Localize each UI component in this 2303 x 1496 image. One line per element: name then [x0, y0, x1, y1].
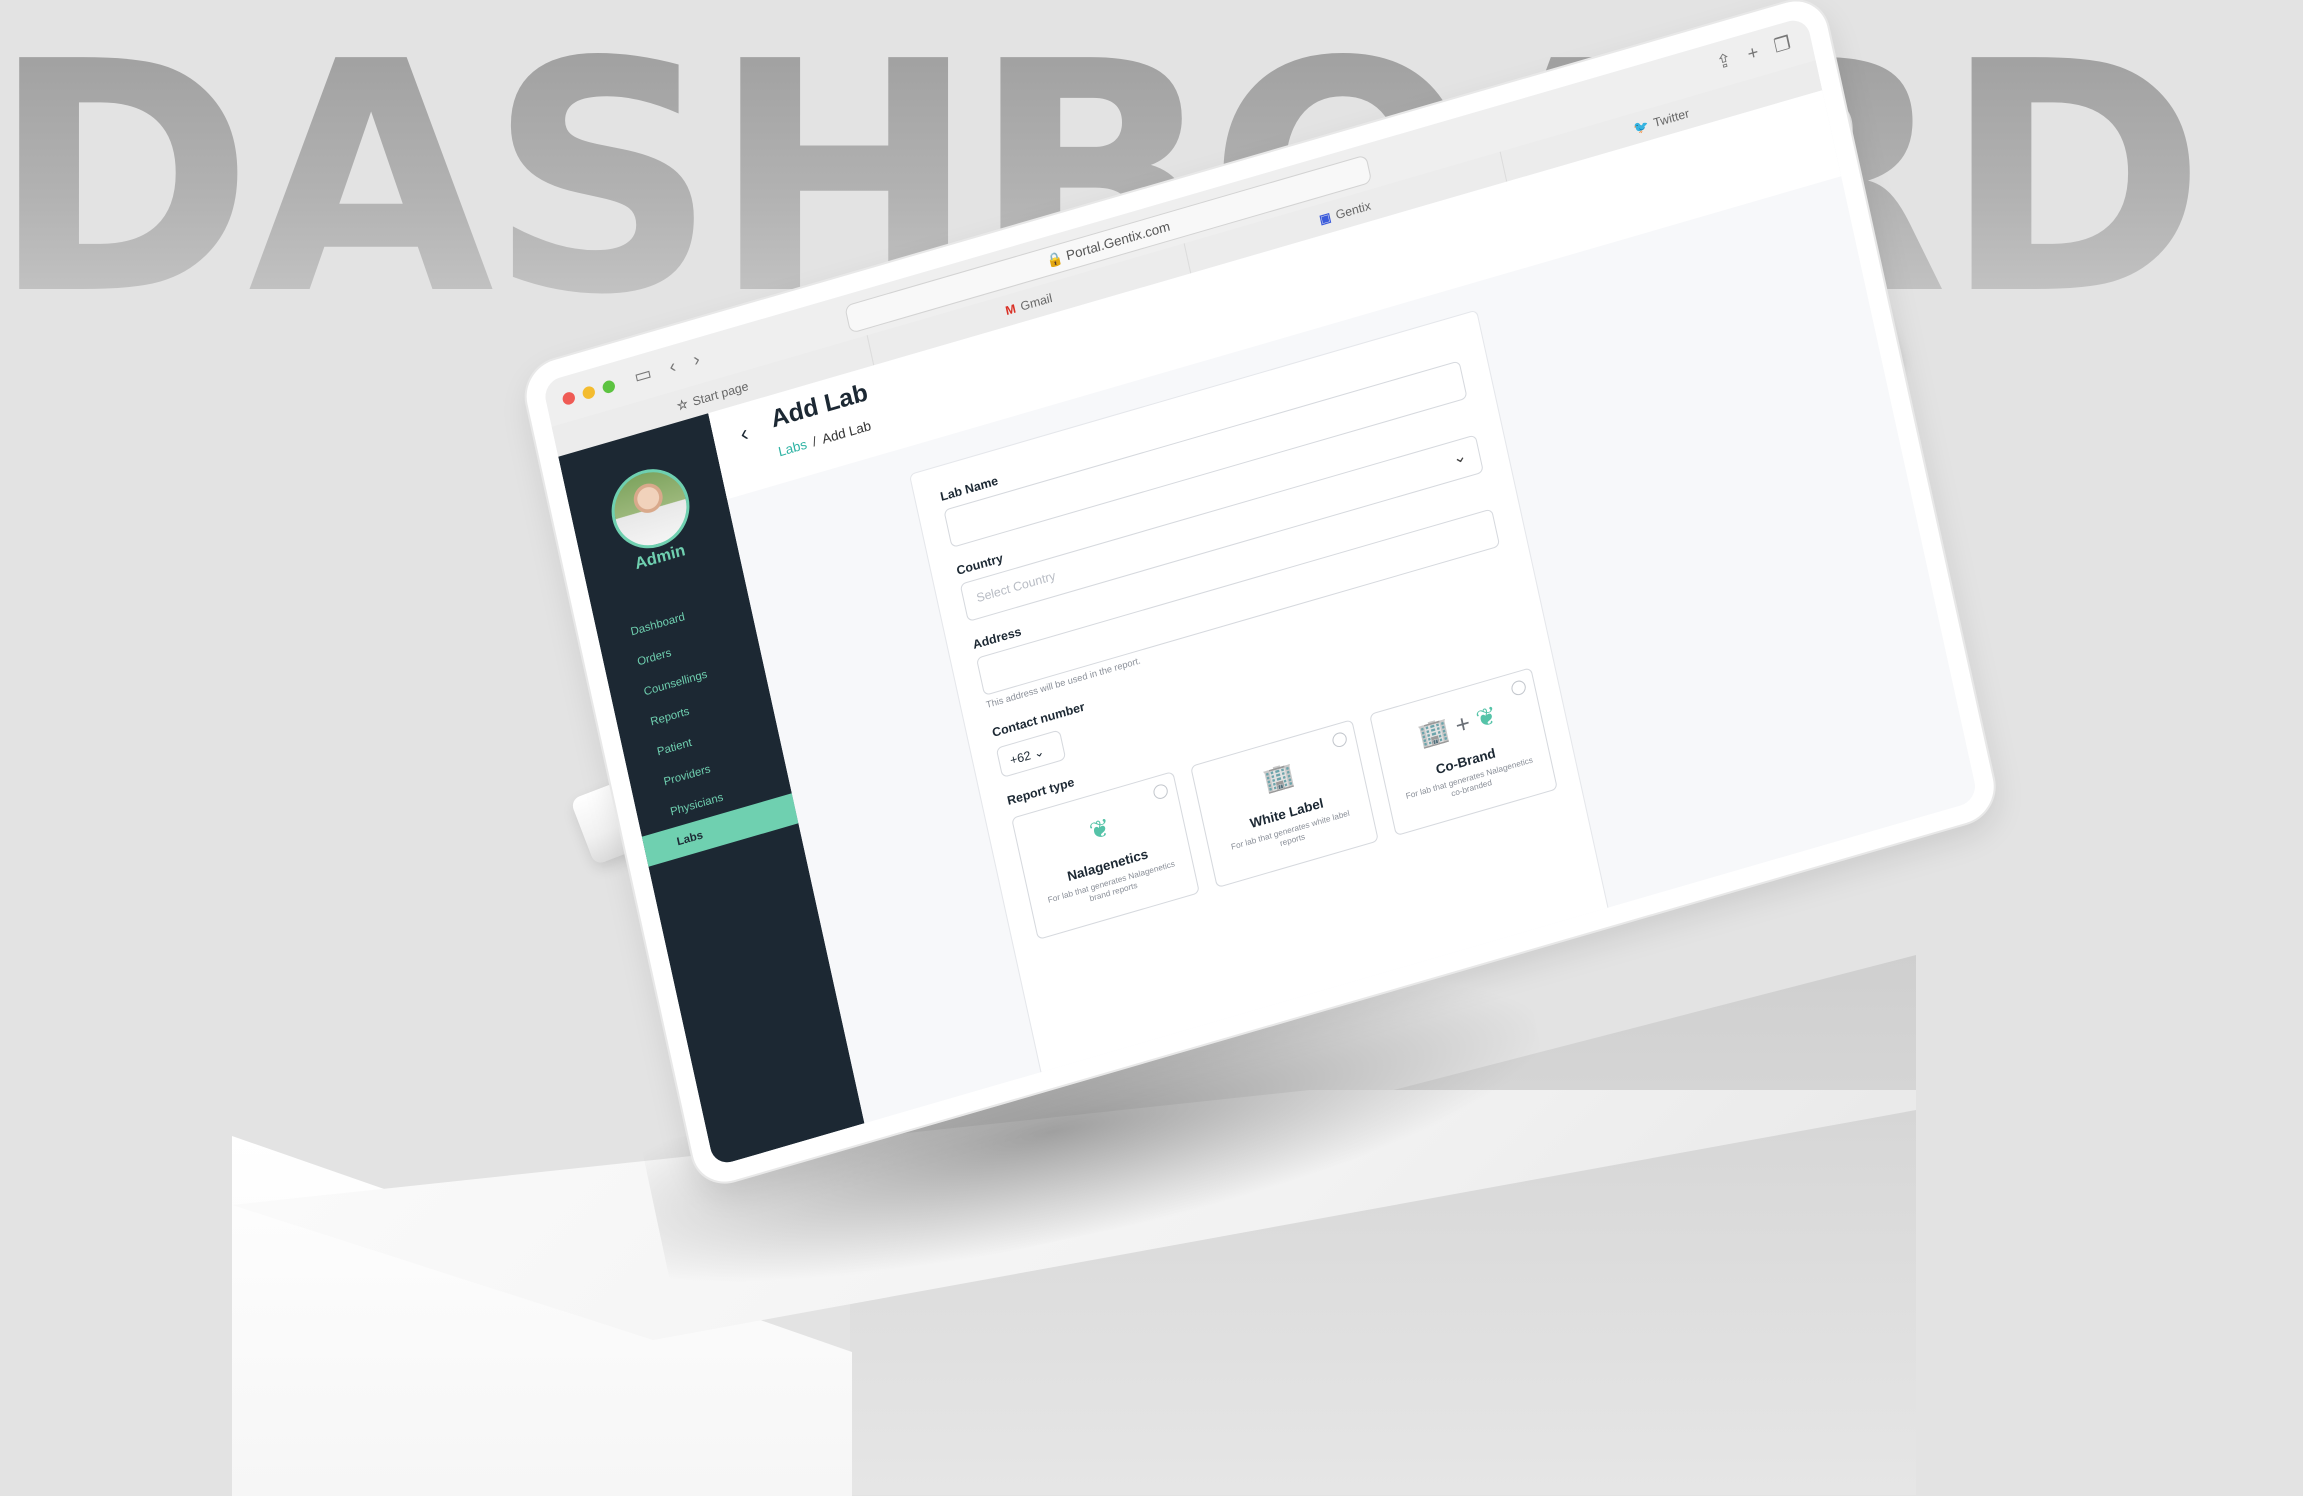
- country-placeholder: Select Country: [975, 568, 1057, 606]
- chevron-down-icon: ⌄: [1032, 744, 1046, 761]
- tab-overview-icon[interactable]: ❐: [1772, 32, 1793, 58]
- tab-label: Gentix: [1334, 198, 1373, 223]
- gentix-icon: ▣: [1318, 209, 1333, 228]
- maximize-window-button[interactable]: [601, 379, 617, 395]
- country-code-value: +62: [1008, 747, 1033, 768]
- back-arrow-icon[interactable]: ‹: [738, 420, 751, 448]
- sidebar-toggle-icon[interactable]: ▭: [632, 362, 654, 388]
- forward-icon[interactable]: ›: [691, 348, 702, 371]
- gmail-icon: M: [1004, 301, 1018, 319]
- breadcrumb-labs-link[interactable]: Labs: [777, 436, 809, 459]
- contact-number-label: Contact number: [990, 699, 1086, 740]
- twitter-icon: 🐦: [1632, 117, 1651, 136]
- back-icon[interactable]: ‹: [667, 355, 678, 378]
- report-type-white-label[interactable]: 🏢 White Label For lab that generates whi…: [1190, 719, 1379, 889]
- share-icon[interactable]: ⇪: [1714, 49, 1734, 74]
- tab-label: Gmail: [1019, 290, 1054, 314]
- country-code-select[interactable]: +62 ⌄: [995, 729, 1067, 778]
- chevron-down-icon: ⌄: [1451, 447, 1469, 469]
- star-icon: ☆: [675, 396, 690, 414]
- new-tab-icon[interactable]: +: [1746, 41, 1761, 65]
- browser-actions: ⇪ + ❐: [1714, 32, 1792, 74]
- tab-label: Twitter: [1652, 105, 1691, 131]
- breadcrumb-separator: /: [811, 433, 818, 450]
- window-controls: [561, 379, 617, 407]
- browser-nav-icons: ▭ ‹ ›: [632, 348, 702, 388]
- close-window-button[interactable]: [561, 390, 577, 407]
- breadcrumb-current: Add Lab: [820, 417, 873, 447]
- minimize-window-button[interactable]: [581, 384, 597, 401]
- report-type-co-brand[interactable]: 🏢 + ❦ Co-Brand For lab that generates Na…: [1369, 667, 1558, 837]
